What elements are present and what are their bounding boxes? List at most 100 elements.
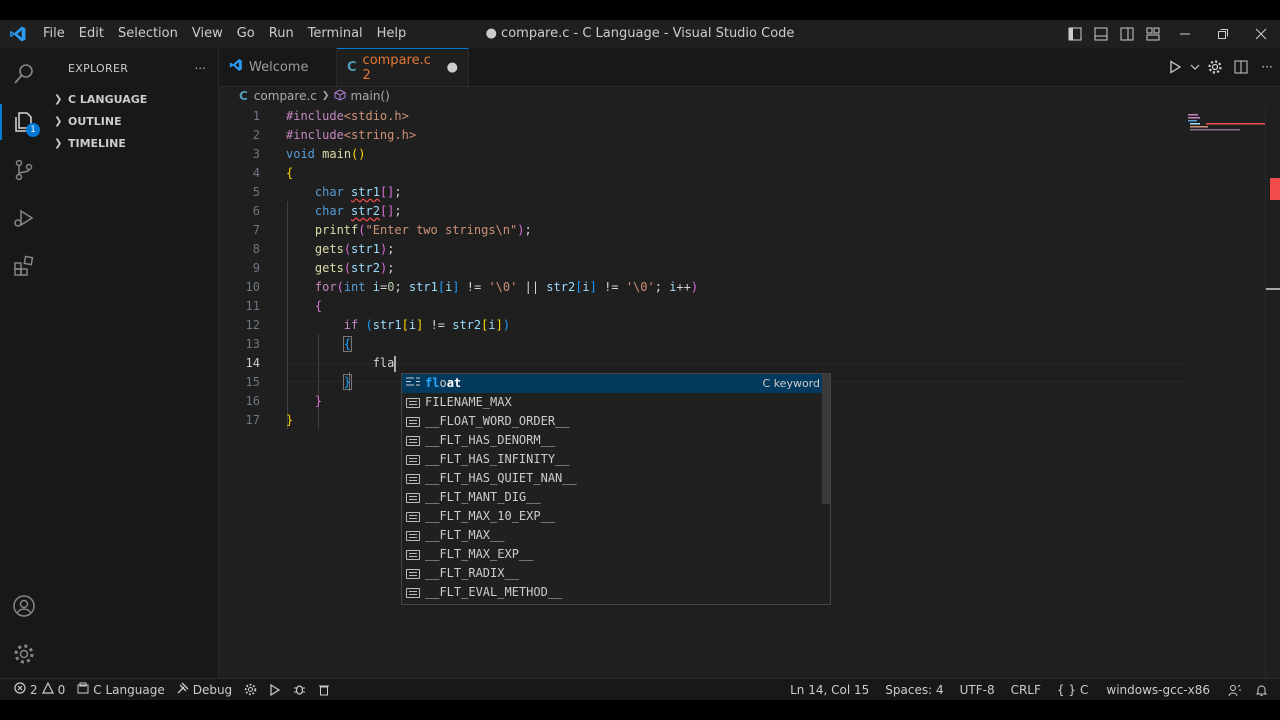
suggestion-item[interactable]: __FLT_RADIX__ bbox=[402, 564, 830, 583]
minimap[interactable] bbox=[1186, 112, 1266, 142]
suggestion-item[interactable]: __FLT_MAX_EXP__ bbox=[402, 545, 830, 564]
text-icon bbox=[406, 587, 420, 598]
menu-go[interactable]: Go bbox=[230, 20, 262, 48]
suggestion-item[interactable]: __FLT_HAS_QUIET_NAN__ bbox=[402, 469, 830, 488]
build-gear-icon[interactable] bbox=[238, 683, 263, 696]
account-icon[interactable] bbox=[0, 582, 48, 630]
text-icon bbox=[406, 473, 420, 484]
text-icon bbox=[406, 454, 420, 465]
explorer-title: EXPLORER bbox=[68, 61, 129, 75]
text-icon bbox=[406, 511, 420, 522]
run-debug-icon[interactable] bbox=[0, 194, 48, 242]
manage-gear-icon[interactable] bbox=[0, 630, 48, 678]
code-line: 10 for(int i=0; str1[i] != '\0' || str2[… bbox=[245, 280, 699, 294]
tools-icon bbox=[177, 682, 189, 697]
suggestion-item[interactable]: FILENAME_MAX bbox=[402, 393, 830, 412]
suggestion-item[interactable]: __FLT_HAS_INFINITY__ bbox=[402, 450, 830, 469]
tab-welcome[interactable]: Welcome bbox=[219, 48, 337, 86]
cursor-position[interactable]: Ln 14, Col 15 bbox=[782, 683, 877, 697]
close-window-icon[interactable] bbox=[1242, 20, 1280, 48]
notifications-bell-icon[interactable] bbox=[1249, 684, 1280, 697]
problems-indicator[interactable]: 2 0 bbox=[0, 681, 71, 697]
compiler-config[interactable]: windows-gcc-x86 bbox=[1096, 683, 1220, 697]
suggestion-item[interactable]: __FLT_MANT_DIG__ bbox=[402, 488, 830, 507]
error-icon bbox=[14, 682, 26, 697]
tab-compare-c[interactable]: C compare.c 2 ● bbox=[337, 48, 469, 86]
toggle-panel-icon[interactable] bbox=[1088, 20, 1114, 48]
suggestion-item[interactable]: __FLT_MAX_10_EXP__ bbox=[402, 507, 830, 526]
menu-selection[interactable]: Selection bbox=[111, 20, 185, 48]
code-line: 5 char str1[]; bbox=[252, 185, 402, 199]
customize-layout-icon[interactable] bbox=[1140, 20, 1166, 48]
feedback-icon[interactable] bbox=[1220, 684, 1249, 697]
code-line: 12 if (str1[i] != str2[i]) bbox=[245, 318, 511, 332]
activity-bar: 1 bbox=[0, 48, 48, 678]
menu-terminal[interactable]: Terminal bbox=[301, 20, 370, 48]
explorer-icon[interactable]: 1 bbox=[0, 98, 48, 146]
section-c-language[interactable]: ❯ C LANGUAGE bbox=[48, 88, 218, 110]
warning-icon bbox=[41, 681, 54, 697]
minimize-icon[interactable] bbox=[1166, 20, 1204, 48]
menu-edit[interactable]: Edit bbox=[72, 20, 111, 48]
vertical-scrollbar[interactable] bbox=[1265, 106, 1280, 678]
language-mode[interactable]: { } C bbox=[1049, 683, 1096, 697]
section-timeline[interactable]: ❯ TIMELINE bbox=[48, 132, 218, 154]
suggestion-item[interactable]: __FLT_EVAL_METHOD__ bbox=[402, 583, 830, 602]
encoding[interactable]: UTF-8 bbox=[952, 683, 1003, 697]
text-icon bbox=[406, 530, 420, 541]
cursor-marker bbox=[1266, 288, 1280, 290]
extensions-icon[interactable] bbox=[0, 242, 48, 290]
suggestions-scrollbar[interactable] bbox=[822, 374, 830, 504]
code-line: 2 #include<string.h> bbox=[252, 128, 417, 142]
config-indicator[interactable]: C Language bbox=[71, 682, 170, 697]
editor-tabs: Welcome C compare.c 2 ● ··· bbox=[219, 48, 1280, 87]
debug-indicator[interactable]: Debug bbox=[171, 682, 238, 697]
line-ending[interactable]: CRLF bbox=[1003, 683, 1049, 697]
suggestion-item[interactable]: __FLT_MAX__ bbox=[402, 526, 830, 545]
menu-run[interactable]: Run bbox=[262, 20, 301, 48]
breadcrumb-symbol[interactable]: main() bbox=[350, 89, 389, 103]
more-actions-icon[interactable]: ··· bbox=[195, 62, 206, 75]
toggle-sidebar-icon[interactable] bbox=[1062, 20, 1088, 48]
text-icon bbox=[406, 416, 420, 427]
vscode-logo-icon bbox=[0, 20, 36, 48]
toggle-secondary-sidebar-icon[interactable] bbox=[1114, 20, 1140, 48]
chevron-right-icon: ❯ bbox=[54, 115, 63, 127]
editor-more-icon[interactable]: ··· bbox=[1254, 53, 1280, 81]
unsaved-dot-icon[interactable]: ● bbox=[447, 60, 458, 75]
breadcrumb-file[interactable]: compare.c bbox=[254, 89, 317, 103]
chevron-down-icon[interactable] bbox=[1188, 53, 1202, 81]
menu-view[interactable]: View bbox=[185, 20, 230, 48]
code-line: 13 { bbox=[245, 336, 353, 352]
explorer-header: EXPLORER ··· bbox=[48, 48, 218, 88]
indentation[interactable]: Spaces: 4 bbox=[877, 683, 951, 697]
menu-file[interactable]: File bbox=[36, 20, 72, 48]
code-line: 7 printf("Enter two strings\n"); bbox=[252, 223, 532, 237]
suggestion-item[interactable]: __FLOAT_WORD_ORDER__ bbox=[402, 412, 830, 431]
code-line: 9 gets(str2); bbox=[252, 261, 395, 275]
trash-icon[interactable] bbox=[312, 684, 336, 696]
code-line: 14 fla bbox=[245, 355, 397, 372]
code-line: 4{ bbox=[252, 166, 294, 180]
source-control-icon[interactable] bbox=[0, 146, 48, 194]
run-file-icon[interactable] bbox=[1162, 53, 1188, 81]
suggestion-detail: C keyword bbox=[762, 377, 820, 390]
suggestion-item[interactable]: float C keyword bbox=[402, 374, 830, 393]
suggestion-item[interactable]: __FLT_HAS_DENORM__ bbox=[402, 431, 830, 450]
code-line: 11 { bbox=[245, 299, 323, 313]
search-icon[interactable] bbox=[0, 50, 48, 98]
c-file-icon: C bbox=[347, 60, 357, 75]
restore-icon[interactable] bbox=[1204, 20, 1242, 48]
title-bar: File Edit Selection View Go Run Terminal… bbox=[0, 20, 1280, 48]
split-editor-icon[interactable] bbox=[1228, 53, 1254, 81]
debug-bug-icon[interactable] bbox=[287, 683, 312, 696]
status-bar: 2 0 C Language Debug Ln 14, Col 15 Space… bbox=[0, 678, 1280, 700]
explorer-badge: 1 bbox=[26, 123, 40, 137]
settings-gear-icon[interactable] bbox=[1202, 53, 1228, 81]
section-outline[interactable]: ❯ OUTLINE bbox=[48, 110, 218, 132]
text-cursor bbox=[394, 355, 397, 372]
text-icon bbox=[406, 397, 420, 408]
menu-help[interactable]: Help bbox=[370, 20, 414, 48]
chevron-right-icon: ❯ bbox=[54, 137, 63, 149]
run-icon[interactable] bbox=[263, 683, 287, 696]
